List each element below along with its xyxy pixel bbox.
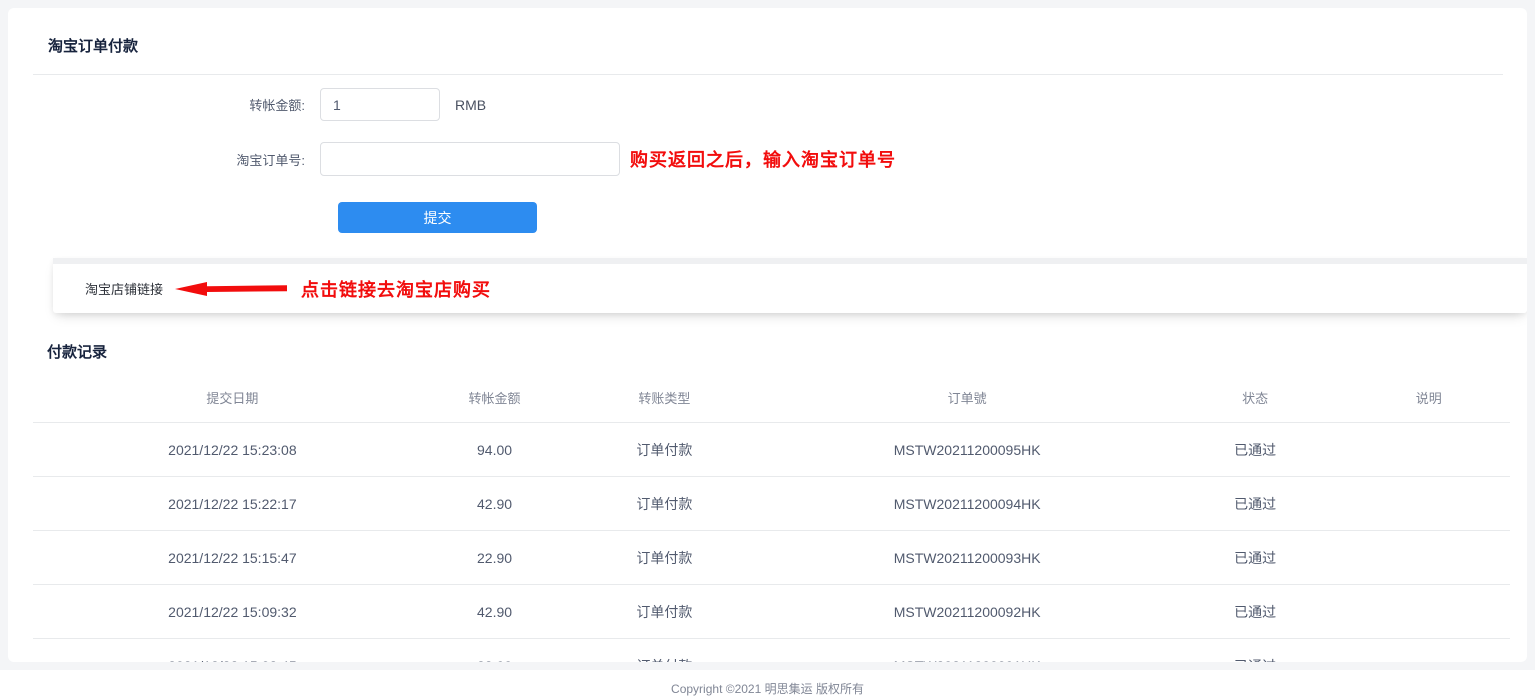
cell-status: 已通过	[1234, 495, 1277, 512]
shop-link-annotation: 点击链接去淘宝店购买	[301, 279, 492, 300]
cell-date: 2021/12/22 15:23:08	[168, 441, 297, 458]
cell-type: 订单付款	[636, 495, 693, 512]
table-row: 2021/12/22 15:02:4522.90订单付款MSTW20211200…	[33, 639, 1510, 663]
amount-form-row: 转帐金额: RMB	[8, 88, 1527, 121]
cell-date: 2021/12/22 15:02:45	[33, 658, 432, 663]
cell-status: 已通过	[1163, 656, 1348, 663]
col-header-type: 转账类型	[638, 391, 691, 406]
cell-amount: 42.90	[477, 495, 513, 512]
col-header-status: 状态	[1242, 391, 1269, 406]
cell-date: 2021/12/22 15:22:17	[168, 495, 297, 512]
cell-date: 2021/12/22 15:15:47	[168, 549, 297, 566]
cell-status: 已通过	[1234, 603, 1277, 620]
cell-amount: 94.00	[477, 441, 513, 458]
table-header-row: 提交日期 转帐金额 转账类型 订单號 状态 说明	[33, 373, 1510, 423]
cell-order-no: MSTW20211200094HK	[893, 495, 1041, 512]
page-background: 淘宝订单付款 转帐金额: RMB 淘宝订单号: 购买返回之后，输入淘宝订单号 提…	[0, 0, 1535, 670]
submit-button[interactable]: 提交	[338, 202, 537, 233]
currency-label: RMB	[455, 96, 487, 113]
shop-link-panel: 淘宝店铺链接 点击链接去淘宝店购买	[53, 258, 1527, 313]
copyright-footer: Copyright ©2021 明思集运 版权所有	[671, 682, 864, 696]
amount-input[interactable]	[320, 88, 440, 121]
left-arrow-icon	[175, 281, 288, 296]
records-title: 付款记录	[47, 344, 108, 361]
col-header-date: 提交日期	[206, 391, 259, 406]
shop-link[interactable]: 淘宝店铺链接	[85, 279, 163, 298]
cell-order-no: MSTW20211200095HK	[893, 441, 1041, 458]
cell-order-no: MSTW20211200093HK	[893, 549, 1041, 566]
order-annotation: 购买返回之后，输入淘宝订单号	[630, 150, 896, 170]
table-row: 2021/12/22 15:15:47 22.90 订单付款 MSTW20211200…	[33, 531, 1510, 585]
table-row: 2021/12/22 15:23:08 94.00 订单付款 MSTW20211200…	[33, 423, 1510, 477]
table-row: 2021/12/22 15:09:32 42.90 订单付款 MSTW20211200…	[33, 585, 1510, 639]
col-header-note: 说明	[1415, 391, 1442, 406]
page-title: 淘宝订单付款	[48, 38, 139, 55]
submit-row: 提交	[8, 202, 1527, 233]
title-divider	[33, 74, 1503, 75]
table-row: 2021/12/22 15:22:17 42.90 订单付款 MSTW20211200…	[33, 477, 1510, 531]
cell-type: 订单付款	[636, 603, 693, 620]
order-number-input[interactable]	[320, 142, 620, 176]
cell-status: 已通过	[1234, 549, 1277, 566]
cell-amount: 42.90	[477, 603, 513, 620]
cell-date: 2021/12/22 15:09:32	[168, 603, 297, 620]
col-header-amount: 转帐金额	[468, 391, 521, 406]
payment-records-table: 提交日期 转帐金额 转账类型 订单號 状态 说明 2021/12/22 15:2…	[33, 373, 1510, 662]
records-table-body: 2021/12/22 15:23:08 94.00 订单付款 MSTW20211200…	[33, 423, 1510, 662]
order-form-row: 淘宝订单号: 购买返回之后，输入淘宝订单号	[8, 142, 1527, 176]
cell-order-no: MSTW20211200091HK	[771, 658, 1162, 663]
cell-type: 订单付款	[636, 441, 693, 458]
cell-amount: 22.90	[477, 549, 513, 566]
shop-link-row: 淘宝店铺链接 点击链接去淘宝店购买	[53, 264, 1527, 313]
order-number-label: 淘宝订单号:	[236, 152, 305, 168]
amount-label: 转帐金额:	[249, 98, 305, 113]
cell-type: 订单付款	[636, 549, 693, 566]
cell-order-no: MSTW20211200092HK	[893, 603, 1041, 620]
content-card: 淘宝订单付款 转帐金额: RMB 淘宝订单号: 购买返回之后，输入淘宝订单号 提…	[8, 8, 1527, 662]
col-header-order-no: 订单號	[947, 391, 987, 406]
cell-amount: 22.90	[432, 658, 558, 663]
cell-status: 已通过	[1234, 441, 1277, 458]
cell-type: 订单付款	[557, 656, 771, 663]
